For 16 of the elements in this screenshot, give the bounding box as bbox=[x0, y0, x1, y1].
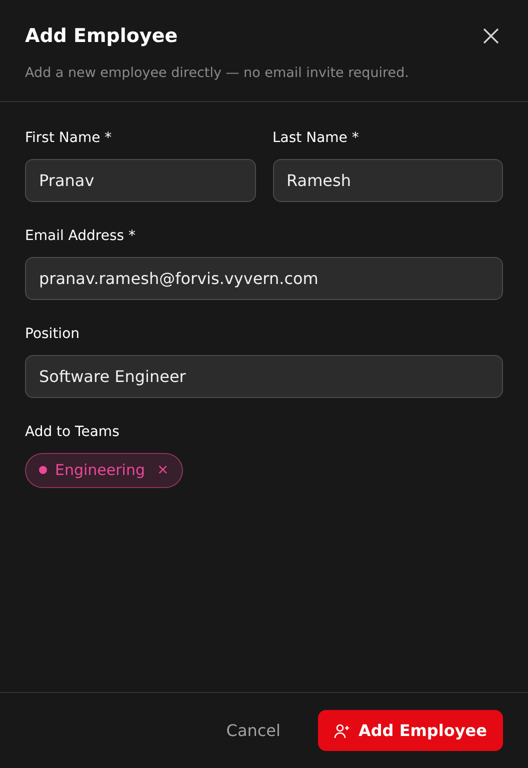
field-label: Last Name * bbox=[272, 128, 360, 148]
dialog-subtitle: Add a new employee directly — no email invite required. bbox=[25, 64, 410, 82]
cancel-button[interactable]: Cancel bbox=[216, 710, 290, 750]
field-label: Add to Teams bbox=[25, 422, 120, 442]
add-employee-button[interactable]: Add Employee bbox=[318, 710, 503, 751]
user-plus-icon bbox=[334, 722, 350, 738]
field-label: Email Address * bbox=[25, 226, 136, 246]
input-field[interactable]: Pranav bbox=[25, 158, 256, 202]
tag-label: Engineering bbox=[55, 460, 145, 481]
dialog-title: Add Employee bbox=[25, 24, 178, 49]
input-field[interactable]: Software Engineer bbox=[25, 354, 503, 398]
remove-tag-button[interactable]: × bbox=[157, 460, 169, 481]
field-label: Position bbox=[25, 324, 81, 344]
input-field[interactable]: pranav.ramesh@forvis.vyvern.com bbox=[25, 256, 503, 300]
field-label: First Name * bbox=[25, 128, 113, 148]
input-field[interactable]: Ramesh bbox=[272, 158, 503, 202]
